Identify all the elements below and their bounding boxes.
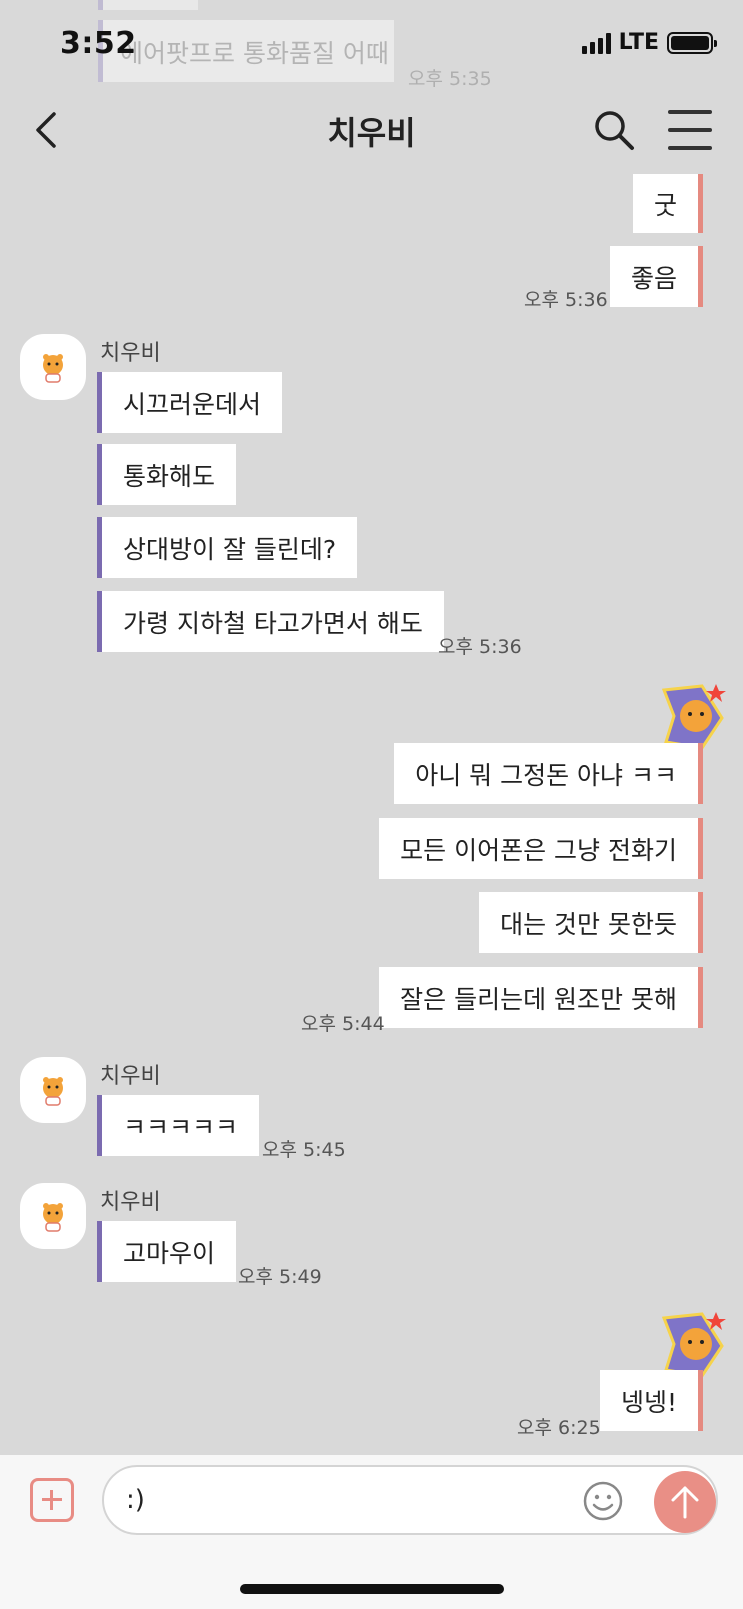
chat-screen: 에어팟프로 통화품질 어때 오후 5:35 3:52 LTE 치우비 굿 좋음 … xyxy=(0,0,743,1609)
outgoing-message[interactable]: 모든 이어폰은 그냥 전화기 xyxy=(379,818,703,879)
status-bar: 3:52 LTE xyxy=(0,0,743,92)
message-time: 오후 5:36 xyxy=(438,636,522,658)
signal-icon xyxy=(581,32,611,54)
sender-name: 치우비 xyxy=(100,1190,161,1215)
ryan-sticker-icon xyxy=(660,682,730,752)
incoming-message[interactable]: 상대방이 잘 들린데? xyxy=(97,517,358,578)
message-time: 오후 5:44 xyxy=(301,1013,385,1035)
message-input[interactable]: :) xyxy=(102,1465,718,1535)
menu-icon-line xyxy=(668,128,712,132)
outgoing-message[interactable]: 대는 것만 못한듯 xyxy=(479,892,703,953)
ryan-character-icon xyxy=(43,1077,63,1106)
ryan-character-icon xyxy=(43,1203,63,1232)
incoming-message[interactable]: 가령 지하철 타고가면서 해도 xyxy=(97,591,444,652)
status-time: 3:52 xyxy=(60,26,137,61)
search-button[interactable] xyxy=(592,108,636,152)
message-time: 오후 5:49 xyxy=(238,1266,322,1288)
ryan-character-icon xyxy=(43,354,63,383)
menu-icon-line xyxy=(668,146,712,150)
sender-name: 치우비 xyxy=(100,341,161,366)
battery-icon xyxy=(667,31,717,54)
home-indicator[interactable] xyxy=(240,1584,504,1594)
sender-name: 치우비 xyxy=(100,1064,161,1089)
emoticon-button[interactable] xyxy=(582,1480,624,1522)
outgoing-message[interactable]: 아니 뭐 그정돈 아냐 ㅋㅋ xyxy=(394,743,703,804)
smiley-icon xyxy=(583,1481,623,1521)
outgoing-message[interactable]: 잘은 들리는데 원조만 못해 xyxy=(379,967,703,1028)
outgoing-message[interactable]: 굿 xyxy=(632,174,703,233)
network-type: LTE xyxy=(618,30,659,55)
message-time: 오후 6:25 xyxy=(517,1417,601,1439)
outgoing-message[interactable]: 넹넹! xyxy=(599,1370,703,1431)
incoming-message[interactable]: 시끄러운데서 xyxy=(97,372,283,433)
incoming-message[interactable]: 고마우이 xyxy=(97,1221,237,1282)
avatar[interactable] xyxy=(20,1183,86,1249)
message-time: 오후 5:45 xyxy=(262,1139,346,1161)
arrow-up-icon xyxy=(671,1486,699,1519)
menu-icon-line xyxy=(668,110,712,114)
incoming-message[interactable]: ㅋㅋㅋㅋㅋ xyxy=(97,1095,260,1156)
search-icon xyxy=(595,111,634,150)
status-indicators: LTE xyxy=(581,30,717,55)
nav-bar: 치우비 xyxy=(0,92,743,170)
menu-button[interactable] xyxy=(668,110,712,150)
input-bar: :) xyxy=(0,1455,743,1609)
attach-plus-button[interactable] xyxy=(30,1478,74,1522)
avatar[interactable] xyxy=(20,1057,86,1123)
send-button[interactable] xyxy=(654,1471,716,1533)
message-time: 오후 5:36 xyxy=(524,289,608,311)
incoming-message[interactable]: 통화해도 xyxy=(97,444,237,505)
outgoing-message[interactable]: 좋음 xyxy=(609,246,703,307)
avatar[interactable] xyxy=(20,334,86,400)
message-input-value[interactable]: :) xyxy=(126,1485,145,1515)
